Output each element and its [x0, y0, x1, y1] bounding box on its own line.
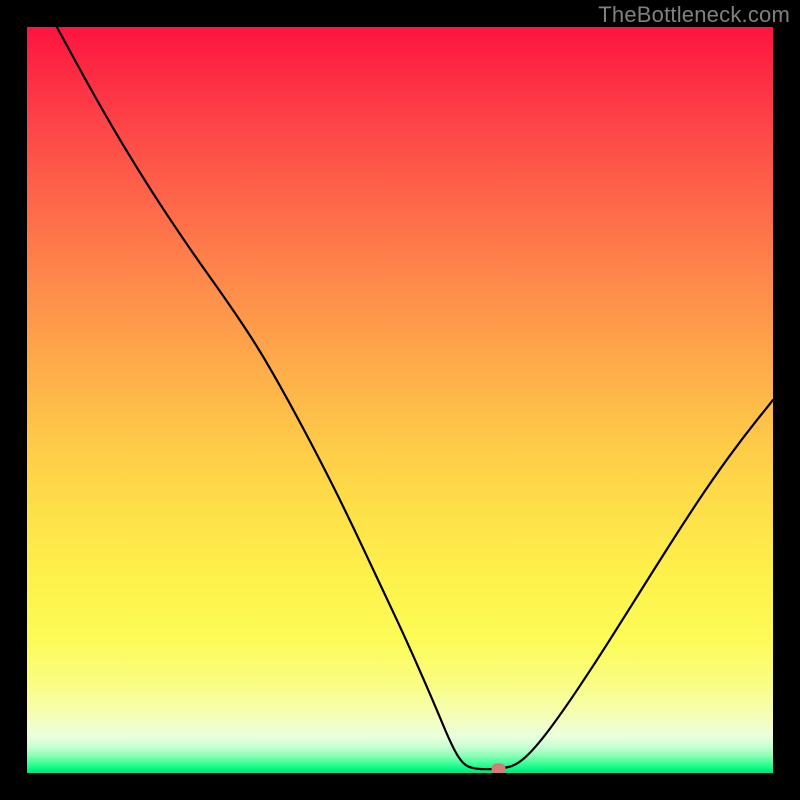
bottleneck-curve-svg: [27, 27, 773, 773]
watermark-text: TheBottleneck.com: [598, 2, 790, 28]
chart-frame: TheBottleneck.com: [0, 0, 800, 800]
plot-area: [27, 27, 773, 773]
optimal-point-marker: [492, 763, 506, 773]
bottleneck-curve-path: [57, 27, 773, 769]
